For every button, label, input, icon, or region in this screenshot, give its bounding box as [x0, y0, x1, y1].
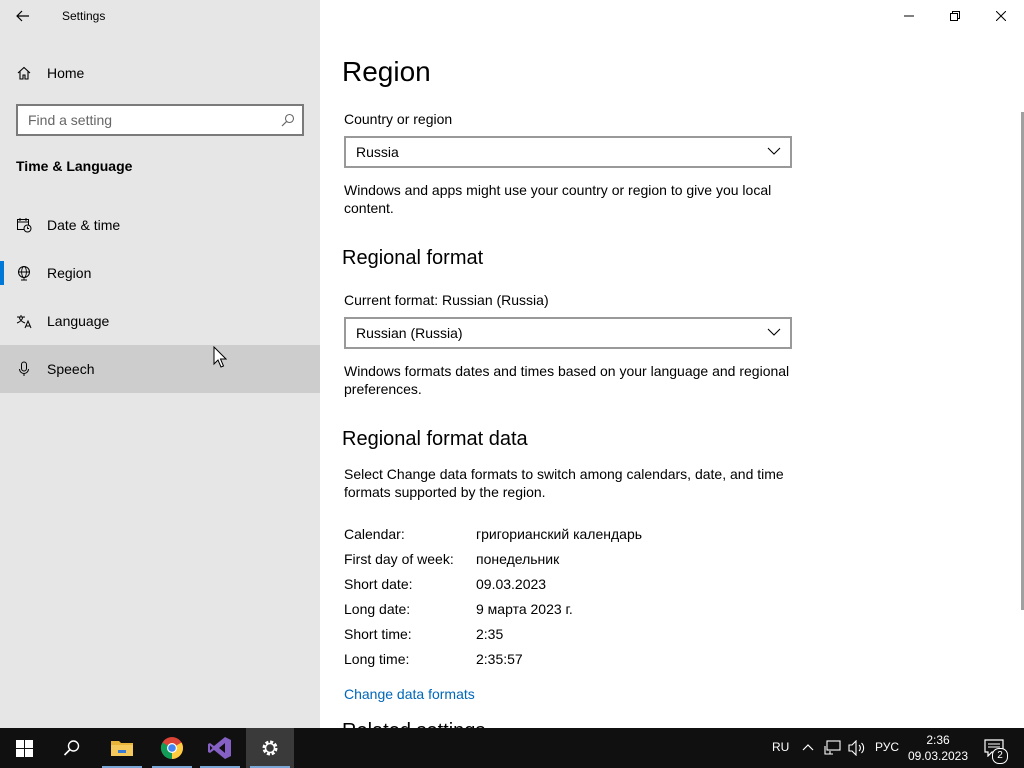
- back-arrow-icon: [16, 10, 29, 22]
- format-data-description: Select Change data formats to switch amo…: [344, 466, 784, 500]
- regional-format-description: Windows formats dates and times based on…: [344, 363, 790, 397]
- home-label: Home: [47, 65, 85, 81]
- action-center-button[interactable]: 2: [978, 728, 1024, 768]
- format-key: Short time:: [344, 626, 412, 642]
- country-value: Russia: [356, 144, 399, 160]
- selection-indicator: [0, 261, 4, 285]
- back-button[interactable]: [0, 0, 46, 32]
- start-button[interactable]: [0, 728, 48, 768]
- language-indicator[interactable]: RU: [772, 740, 789, 754]
- sidebar-item-label: Speech: [47, 361, 95, 377]
- search-input[interactable]: [28, 106, 268, 134]
- clock[interactable]: 2:36 09.03.2023: [904, 732, 972, 764]
- minimize-icon: [904, 15, 914, 17]
- clock-date: 09.03.2023: [907, 749, 969, 763]
- minimize-button[interactable]: [886, 0, 932, 32]
- clock-time: 2:36: [926, 733, 950, 747]
- search-icon: [63, 740, 80, 756]
- app-title: Settings: [62, 9, 106, 23]
- sidebar-item-label: Date & time: [47, 217, 121, 233]
- country-dropdown[interactable]: Russia: [344, 136, 792, 168]
- country-label: Country or region: [344, 111, 453, 127]
- current-format-label: Current format: Russian (Russia): [344, 292, 549, 308]
- file-explorer-icon: [111, 741, 133, 756]
- format-value: 09.03.2023: [476, 576, 547, 592]
- regional-format-heading: Regional format: [342, 247, 484, 269]
- chevron-down-icon: [767, 328, 781, 336]
- sidebar-item-home[interactable]: Home: [0, 52, 320, 94]
- format-data-heading: Regional format data: [342, 428, 528, 450]
- related-settings-heading: Related settings: [342, 720, 485, 728]
- format-key: Long date:: [344, 601, 411, 617]
- sidebar-item-region[interactable]: Region: [0, 249, 320, 297]
- format-key: Short date:: [344, 576, 413, 592]
- network-icon[interactable]: [824, 740, 842, 756]
- restore-icon: [950, 11, 960, 21]
- main-content: Region Country or region Russia Windows …: [320, 0, 1024, 728]
- change-data-formats-link[interactable]: Change data formats: [344, 686, 475, 702]
- chevron-down-icon: [767, 147, 781, 155]
- page-title: Region: [342, 56, 431, 87]
- sidebar-item-date-time[interactable]: Date & time: [0, 201, 320, 249]
- taskbar-chrome[interactable]: [148, 728, 196, 768]
- sidebar-item-language[interactable]: Language: [0, 297, 320, 345]
- close-button[interactable]: [978, 0, 1024, 32]
- chevron-up-icon[interactable]: [802, 742, 814, 752]
- chrome-icon: [161, 737, 183, 759]
- format-value: понедельник: [476, 551, 560, 567]
- sidebar: Settings Home Time & Language Date & tim…: [0, 0, 320, 728]
- home-icon: [16, 65, 32, 81]
- sidebar-item-speech[interactable]: Speech: [0, 345, 320, 393]
- settings-icon: [262, 740, 278, 756]
- section-heading: Time & Language: [16, 158, 133, 174]
- regional-format-dropdown[interactable]: Russian (Russia): [344, 317, 792, 349]
- search-box[interactable]: [16, 104, 304, 136]
- format-value: 2:35:57: [476, 651, 523, 667]
- country-description: Windows and apps might use your country …: [344, 182, 772, 216]
- mouse-cursor-icon: [213, 346, 227, 368]
- sidebar-item-label: Region: [47, 265, 92, 281]
- microphone-icon: [16, 361, 32, 377]
- input-language[interactable]: РУС: [875, 740, 899, 754]
- format-key: Long time:: [344, 651, 410, 667]
- volume-icon[interactable]: [848, 740, 866, 756]
- title-bar: Settings: [0, 0, 320, 32]
- taskbar-search-button[interactable]: [48, 728, 96, 768]
- sidebar-item-label: Language: [47, 313, 110, 329]
- regional-format-value: Russian (Russia): [356, 325, 463, 341]
- search-icon[interactable]: [281, 113, 295, 127]
- visual-studio-icon: [208, 737, 231, 759]
- close-icon: [996, 11, 1006, 21]
- taskbar-visual-studio[interactable]: [196, 728, 244, 768]
- format-value: григорианский календарь: [476, 526, 643, 542]
- calendar-clock-icon: [16, 217, 32, 233]
- format-key: Calendar:: [344, 526, 405, 542]
- format-value: 2:35: [476, 626, 504, 642]
- notification-count-badge: 2: [992, 748, 1008, 764]
- taskbar: RU РУС 2:36 09.03.2023 2: [0, 728, 1024, 768]
- globe-icon: [16, 265, 32, 281]
- taskbar-settings[interactable]: [246, 728, 294, 768]
- format-key: First day of week:: [344, 551, 454, 567]
- format-value: 9 марта 2023 г.: [476, 601, 573, 617]
- start-icon: [15, 739, 33, 757]
- taskbar-file-explorer[interactable]: [98, 728, 146, 768]
- restore-button[interactable]: [932, 0, 978, 32]
- language-icon: [16, 313, 32, 329]
